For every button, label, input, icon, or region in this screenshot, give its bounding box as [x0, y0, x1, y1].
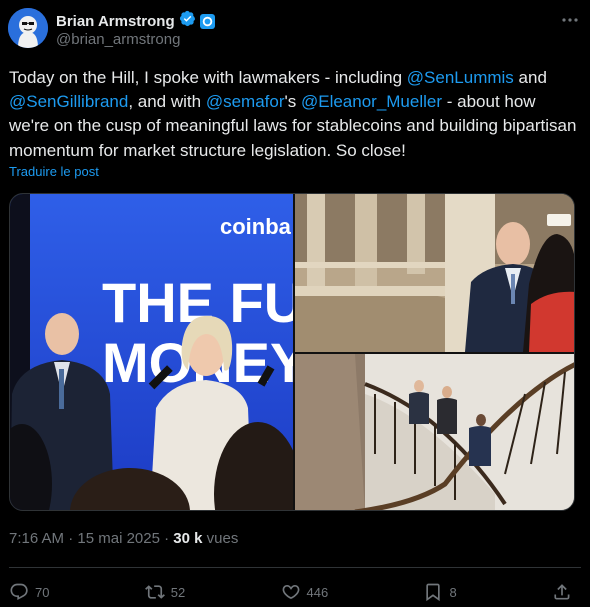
tweet-text-segment: and [513, 68, 547, 87]
more-options-icon[interactable] [560, 10, 580, 30]
share-icon [554, 584, 570, 600]
mention-link[interactable]: @SenLummis [407, 68, 514, 87]
views-label: vues [206, 530, 239, 547]
reply-icon [10, 583, 28, 600]
tweet-header: Brian Armstrong @brian_armstrong [8, 8, 580, 52]
staircase-photo[interactable] [295, 354, 574, 510]
translate-link[interactable]: Traduire le post [9, 164, 99, 179]
like-button[interactable]: 446 [281, 582, 329, 602]
like-count: 446 [306, 584, 329, 600]
tweet-text: Today on the Hill, I spoke with lawmaker… [9, 66, 579, 163]
reply-button[interactable]: 70 [9, 582, 49, 602]
bookmark-icon [426, 583, 441, 602]
repost-button[interactable]: 52 [144, 582, 186, 602]
tweet-time[interactable]: 7:16 AM [9, 530, 64, 547]
heart-icon [282, 585, 299, 599]
bookmark-count: 8 [449, 584, 457, 600]
tweet-meta: 7:16 AM · 15 mai 2025 · 30 k vues [9, 530, 238, 547]
user-handle[interactable]: @brian_armstrong [56, 31, 180, 48]
divider [9, 567, 581, 568]
tweet-text-segment: Today on the Hill, I spoke with lawmaker… [9, 68, 407, 87]
name-row: Brian Armstrong [56, 10, 215, 32]
action-bar: 70 52 446 8 [9, 578, 572, 606]
repost-icon [144, 585, 165, 599]
share-button[interactable] [552, 582, 572, 602]
coinbase-badge-icon[interactable] [199, 13, 215, 29]
meta-separator: · [159, 530, 174, 547]
tweet-date[interactable]: 15 mai 2025 [77, 530, 160, 547]
verified-badge-icon [179, 10, 196, 32]
stage-photo[interactable]: coinba THE FUTU MONEY IS [10, 194, 293, 510]
views-count: 30 k [173, 530, 203, 547]
bookmark-button[interactable]: 8 [423, 582, 457, 602]
media-grid[interactable]: coinba THE FUTU MONEY IS [9, 193, 575, 511]
display-name[interactable]: Brian Armstrong [56, 13, 175, 30]
meta-separator: · [64, 530, 78, 547]
mention-link[interactable]: @semafor [206, 92, 285, 111]
stage-brand-text: coinba [220, 214, 292, 239]
rotunda-photo[interactable] [295, 194, 574, 352]
repost-count: 52 [170, 584, 186, 600]
tweet-text-segment: , and with [128, 92, 206, 112]
reply-count: 70 [35, 584, 50, 600]
mention-link[interactable]: @Eleanor_Mueller [301, 92, 442, 111]
avatar[interactable] [8, 8, 48, 48]
tweet-text-segment: 's [284, 92, 301, 112]
mention-link[interactable]: @SenGillibrand [9, 92, 128, 111]
